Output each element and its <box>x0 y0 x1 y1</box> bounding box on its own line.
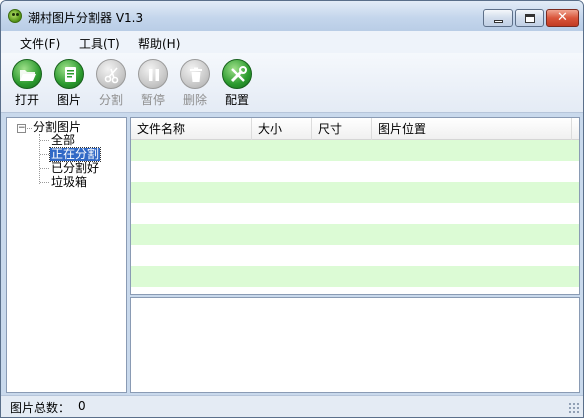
column-dimensions[interactable]: 尺寸 <box>312 118 372 140</box>
pause-button[interactable]: 暂停 <box>133 59 173 111</box>
list-row-stripe <box>131 182 579 203</box>
image-count-label: 图片总数： <box>10 401 71 415</box>
list-row-stripe <box>131 224 579 245</box>
title-bar[interactable]: 潮村图片分割器 V1.3 ✕ <box>1 1 583 31</box>
menu-tools[interactable]: 工具(T) <box>79 35 120 52</box>
tree-item-trash[interactable]: 垃圾箱 <box>50 176 88 189</box>
trash-icon <box>180 59 210 89</box>
config-label: 配置 <box>224 93 249 107</box>
maximize-icon <box>525 14 535 23</box>
minimize-button[interactable] <box>483 9 513 27</box>
close-button[interactable]: ✕ <box>546 9 579 27</box>
category-tree: − 分割图片 全部 正在分割 已分割好 垃圾箱 <box>6 117 127 393</box>
image-count-value: 0 <box>78 399 86 413</box>
column-filename[interactable]: 文件名称 <box>131 118 252 140</box>
scissors-icon <box>96 59 126 89</box>
split-button[interactable]: 分割 <box>91 59 131 111</box>
folder-open-icon <box>12 59 42 89</box>
list-row-stripe <box>131 266 579 287</box>
image-button[interactable]: 图片 <box>49 59 89 111</box>
delete-label: 删除 <box>182 93 207 107</box>
preview-pane[interactable] <box>130 297 580 393</box>
delete-button[interactable]: 删除 <box>175 59 215 111</box>
list-header: 文件名称 大小 尺寸 图片位置 <box>131 118 579 140</box>
tree-collapse-icon[interactable]: − <box>17 124 26 133</box>
window-title: 潮村图片分割器 V1.3 <box>28 11 144 25</box>
menu-file[interactable]: 文件(F) <box>20 35 60 52</box>
status-bar: 图片总数： 0 <box>1 395 583 417</box>
pause-icon <box>138 59 168 89</box>
app-window: 潮村图片分割器 V1.3 ✕ 文件(F) 工具(T) 帮助(H) 打开 图片 分… <box>0 0 584 418</box>
image-label: 图片 <box>56 93 81 107</box>
minimize-icon <box>494 20 503 23</box>
column-size[interactable]: 大小 <box>252 118 312 140</box>
list-row-stripe <box>131 161 579 182</box>
maximize-button[interactable] <box>515 9 544 27</box>
menu-help[interactable]: 帮助(H) <box>138 35 180 52</box>
tree-item-all[interactable]: 全部 <box>50 134 76 147</box>
file-list[interactable]: 文件名称 大小 尺寸 图片位置 <box>130 117 580 295</box>
tools-icon <box>222 59 252 89</box>
toolbar: 打开 图片 分割 暂停 删除 配置 <box>1 53 583 113</box>
app-logo-icon <box>8 9 22 23</box>
close-icon: ✕ <box>557 10 568 25</box>
list-row-stripe <box>131 140 579 161</box>
menu-bar: 文件(F) 工具(T) 帮助(H) <box>1 31 583 53</box>
list-row-stripe <box>131 203 579 224</box>
open-label: 打开 <box>14 93 39 107</box>
column-location[interactable]: 图片位置 <box>372 118 572 140</box>
tree-item-done[interactable]: 已分割好 <box>50 162 100 175</box>
config-button[interactable]: 配置 <box>217 59 257 111</box>
image-icon <box>54 59 84 89</box>
split-label: 分割 <box>98 93 123 107</box>
list-row-stripe <box>131 245 579 266</box>
open-button[interactable]: 打开 <box>7 59 47 111</box>
tree-item-splitting[interactable]: 正在分割 <box>48 147 102 162</box>
resize-grip-icon[interactable] <box>568 402 580 414</box>
pause-label: 暂停 <box>140 93 165 107</box>
